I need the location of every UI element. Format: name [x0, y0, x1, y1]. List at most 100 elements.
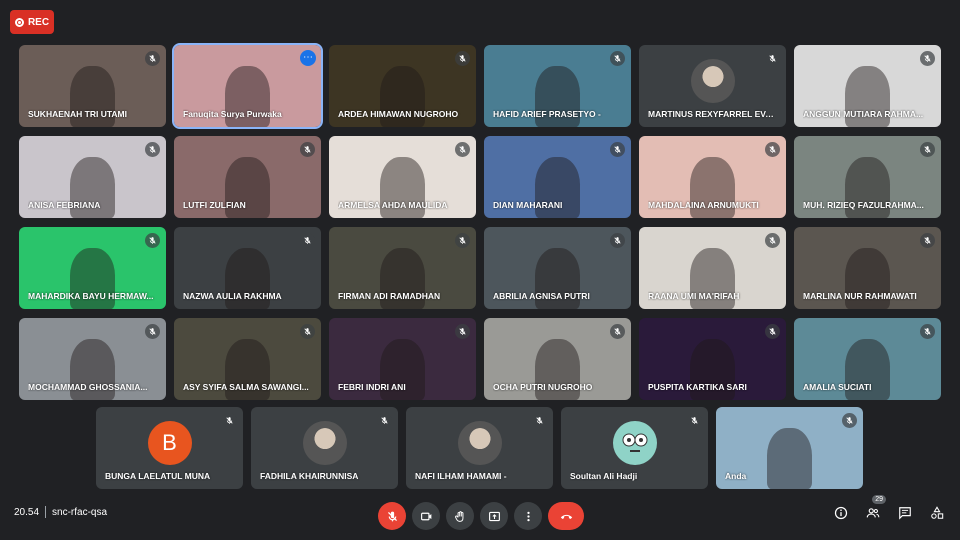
meeting-meta: 20.54 snc-rfac-qsa: [14, 506, 107, 518]
participant-tile[interactable]: ANGGUN MUTIARA RAHMA...: [794, 45, 941, 127]
participant-name: OCHA PUTRI NUGROHO: [493, 382, 593, 392]
participant-name: Soultan Ali Hadji: [570, 471, 638, 481]
participant-name: MARTINUS REXYFARREL EVAN...: [648, 109, 776, 119]
bottom-bar: 20.54 snc-rfac-qsa 29: [0, 492, 960, 540]
mic-muted-icon: [610, 324, 625, 339]
divider: [45, 506, 47, 518]
mic-muted-icon: [300, 324, 315, 339]
participant-name: AMALIA SUCIATI: [803, 382, 872, 392]
avatar: B: [147, 421, 192, 466]
participant-tile[interactable]: MUH. RIZIEQ FAZULRAHMA...: [794, 136, 941, 218]
mic-muted-icon: [920, 51, 935, 66]
participant-tile[interactable]: AMALIA SUCIATI: [794, 318, 941, 400]
participant-name: RAANA UMI MA'RIFAH: [648, 291, 740, 301]
mic-muted-icon: [687, 413, 702, 428]
participant-tile[interactable]: RAANA UMI MA'RIFAH: [639, 227, 786, 309]
hand-icon: [454, 510, 463, 522]
participant-tile[interactable]: MAHARDIKA BAYU HERMAW...: [19, 227, 166, 309]
participant-tile[interactable]: DIAN MAHARANI: [484, 136, 631, 218]
participant-tile[interactable]: ARMELSA AHDA MAULIDA: [329, 136, 476, 218]
more-options-button[interactable]: [514, 502, 542, 530]
participant-tile[interactable]: ARDEA HIMAWAN NUGROHO: [329, 45, 476, 127]
mic-muted-icon: [145, 51, 160, 66]
mic-muted-icon: [145, 324, 160, 339]
participant-tile[interactable]: NAZWA AULIA RAKHMA: [174, 227, 321, 309]
avatar: [612, 421, 657, 466]
meeting-code: snc-rfac-qsa: [52, 506, 108, 518]
participant-name: NAZWA AULIA RAKHMA: [183, 291, 282, 301]
record-icon: [14, 17, 24, 27]
participant-tile[interactable]: FADHILA KHAIRUNNISA: [251, 407, 398, 489]
mic-muted-icon: [765, 142, 780, 157]
mic-muted-icon: [610, 233, 625, 248]
participant-name: FEBRI INDRI ANI: [338, 382, 406, 392]
participant-name: Fanuqita Surya Purwaka: [183, 109, 282, 119]
chat-icon: [899, 507, 911, 520]
people-button[interactable]: 29: [864, 495, 886, 522]
more-vertical-icon: [526, 511, 530, 521]
avatar: [457, 421, 502, 466]
raise-hand-button[interactable]: [446, 502, 474, 530]
participant-name: ANISA FEBRIANA: [28, 200, 101, 210]
mic-muted-icon: [920, 142, 935, 157]
mic-toggle-button[interactable]: [378, 502, 406, 530]
participant-name: PUSPITA KARTIKA SARI: [648, 382, 747, 392]
mic-muted-icon: [300, 233, 315, 248]
participant-tile[interactable]: MARLINA NUR RAHMAWATI: [794, 227, 941, 309]
participant-name: FIRMAN ADI RAMADHAN: [338, 291, 441, 301]
participant-tile[interactable]: SUKHAENAH TRI UTAMI: [19, 45, 166, 127]
participant-tile[interactable]: NAFI ILHAM HAMAMI -: [406, 407, 553, 489]
participant-name: MAHARDIKA BAYU HERMAW...: [28, 291, 154, 301]
participant-name: MARLINA NUR RAHMAWATI: [803, 291, 917, 301]
participant-tile[interactable]: B BUNGA LAELATUL MUNA: [96, 407, 243, 489]
participant-tile[interactable]: FIRMAN ADI RAMADHAN: [329, 227, 476, 309]
mic-muted-icon: [455, 51, 470, 66]
mic-muted-icon: [377, 413, 392, 428]
hang-up-icon: [560, 514, 572, 519]
participant-tile[interactable]: MOCHAMMAD GHOSSANIA...: [19, 318, 166, 400]
participant-tile[interactable]: ASY SYIFA SALMA SAWANGI...: [174, 318, 321, 400]
mic-muted-icon: [765, 233, 780, 248]
participant-name: DIAN MAHARANI: [493, 200, 563, 210]
participant-tile[interactable]: MAHDALAINA ARNUMUKTI: [639, 136, 786, 218]
participant-name: LUTFI ZULFIAN: [183, 200, 246, 210]
face-icon: [622, 433, 647, 453]
participant-name: ASY SYIFA SALMA SAWANGI...: [183, 382, 309, 392]
clock-time: 20.54: [14, 506, 40, 518]
participant-tile[interactable]: PUSPITA KARTIKA SARI: [639, 318, 786, 400]
participant-name: SUKHAENAH TRI UTAMI: [28, 109, 128, 119]
participant-name: ARDEA HIMAWAN NUGROHO: [338, 109, 459, 119]
participant-name: MUH. RIZIEQ FAZULRAHMA...: [803, 200, 924, 210]
participant-tile[interactable]: LUTFI ZULFIAN: [174, 136, 321, 218]
participant-count-badge: 29: [872, 495, 886, 504]
present-icon: [488, 511, 500, 521]
mic-muted-icon: [920, 324, 935, 339]
participant-tile[interactable]: Soultan Ali Hadji: [561, 407, 708, 489]
shapes-icon: [931, 506, 944, 519]
participant-tile[interactable]: Anda: [716, 407, 863, 489]
participant-tile[interactable]: OCHA PUTRI NUGROHO: [484, 318, 631, 400]
participant-name: HAFID ARIEF PRASETYO -: [493, 109, 601, 119]
avatar: [690, 59, 735, 104]
chat-button[interactable]: [896, 504, 914, 522]
call-controls: [378, 502, 584, 530]
present-screen-button[interactable]: [480, 502, 508, 530]
participant-tile[interactable]: HAFID ARIEF PRASETYO -: [484, 45, 631, 127]
participant-tile[interactable]: ANISA FEBRIANA: [19, 136, 166, 218]
avatar: [302, 421, 347, 466]
people-icon: [866, 508, 880, 518]
participant-tile[interactable]: ⋯ Fanuqita Surya Purwaka: [172, 43, 323, 129]
participant-tile[interactable]: FEBRI INDRI ANI: [329, 318, 476, 400]
camera-toggle-button[interactable]: [412, 502, 440, 530]
meeting-details-button[interactable]: [832, 504, 850, 522]
participant-tile[interactable]: MARTINUS REXYFARREL EVAN...: [639, 45, 786, 127]
mic-muted-icon: [610, 51, 625, 66]
participant-name: ABRILIA AGNISA PUTRI: [493, 291, 590, 301]
participant-tile[interactable]: ABRILIA AGNISA PUTRI: [484, 227, 631, 309]
activities-button[interactable]: [928, 504, 946, 522]
leave-call-button[interactable]: [548, 502, 584, 530]
mic-muted-icon: [842, 413, 857, 428]
recording-label: REC: [27, 16, 50, 28]
tile-options-button[interactable]: ⋯: [300, 50, 316, 66]
participant-name: NAFI ILHAM HAMAMI -: [415, 471, 507, 481]
